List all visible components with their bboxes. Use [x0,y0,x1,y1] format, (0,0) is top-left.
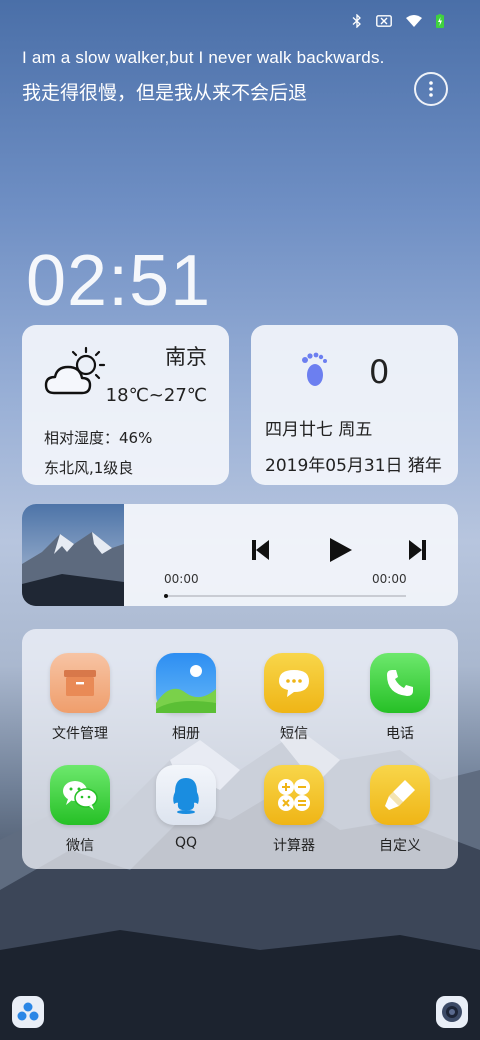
calculator-icon [264,765,324,825]
next-icon [409,540,426,560]
app-label: 计算器 [273,838,315,854]
phone-icon [370,653,430,713]
app-label: 微信 [66,838,94,854]
camera-button[interactable] [436,996,468,1028]
current-time: 00:00 [164,572,199,586]
app-file-manager[interactable]: 文件管理 [30,653,130,743]
quote-chinese: 我走得很慢，但是我从来不会后退 [22,82,308,104]
more-options-button[interactable] [414,72,448,106]
status-bar [352,10,444,32]
wifi-icon [406,15,422,27]
wechat-icon [50,765,110,825]
app-drawer-button[interactable] [12,996,44,1028]
app-messages[interactable]: 短信 [244,653,344,743]
album-cover[interactable] [22,504,124,606]
app-label: 自定义 [379,838,421,854]
app-qq[interactable]: QQ [136,765,236,851]
app-label: QQ [174,835,198,851]
step-calendar-widget[interactable]: 0 四月廿七 周五 2019年05月31日 猪年 [251,325,458,485]
partly-cloudy-icon [44,343,108,403]
music-player-widget: 00:00 00:00 [22,504,458,606]
qq-icon [156,765,216,825]
footprint-icon [299,351,329,391]
app-label: 短信 [280,726,308,742]
weather-temperature: 18℃~27℃ [105,385,207,406]
customize-brush-icon [370,765,430,825]
weather-city: 南京 [165,345,207,369]
app-customize[interactable]: 自定义 [350,765,450,855]
weather-widget[interactable]: 南京 18℃~27℃ 相对湿度：46% 东北风,1级良 [22,325,229,485]
progress-thumb[interactable] [164,594,168,598]
weather-humidity: 相对湿度：46% [44,429,153,447]
messages-icon [264,653,324,713]
app-label: 相册 [172,726,200,742]
play-button[interactable] [330,538,352,566]
step-count: 0 [369,353,390,391]
battery-charging-icon [436,14,444,28]
app-label: 文件管理 [52,726,108,742]
play-icon [330,538,352,562]
bluetooth-icon [352,14,362,28]
previous-icon [252,540,269,560]
weather-wind: 东北风,1级良 [44,459,134,477]
app-gallery[interactable]: 相册 [136,653,236,743]
more-vertical-icon [429,81,433,97]
app-grid: 文件管理 相册 短信 电话 微信 QQ 计算器 自定义 [22,629,458,869]
app-phone[interactable]: 电话 [350,653,450,743]
no-sim-icon [376,15,392,27]
quote-english: I am a slow walker,but I never walk back… [22,48,385,67]
next-button[interactable] [408,540,426,564]
app-wechat[interactable]: 微信 [30,765,130,855]
clock-time[interactable]: 02:51 [26,240,211,322]
previous-button[interactable] [252,540,270,564]
total-time: 00:00 [372,572,407,586]
app-label: 电话 [386,726,414,742]
camera-lens-icon [442,1002,462,1022]
three-dots-cluster-icon [17,1002,39,1021]
file-manager-icon [50,653,110,713]
gallery-icon [156,653,216,713]
lunar-date: 四月廿七 周五 [265,420,373,440]
gregorian-date: 2019年05月31日 猪年 [265,456,442,476]
app-calculator[interactable]: 计算器 [244,765,344,855]
progress-bar[interactable] [164,594,406,598]
